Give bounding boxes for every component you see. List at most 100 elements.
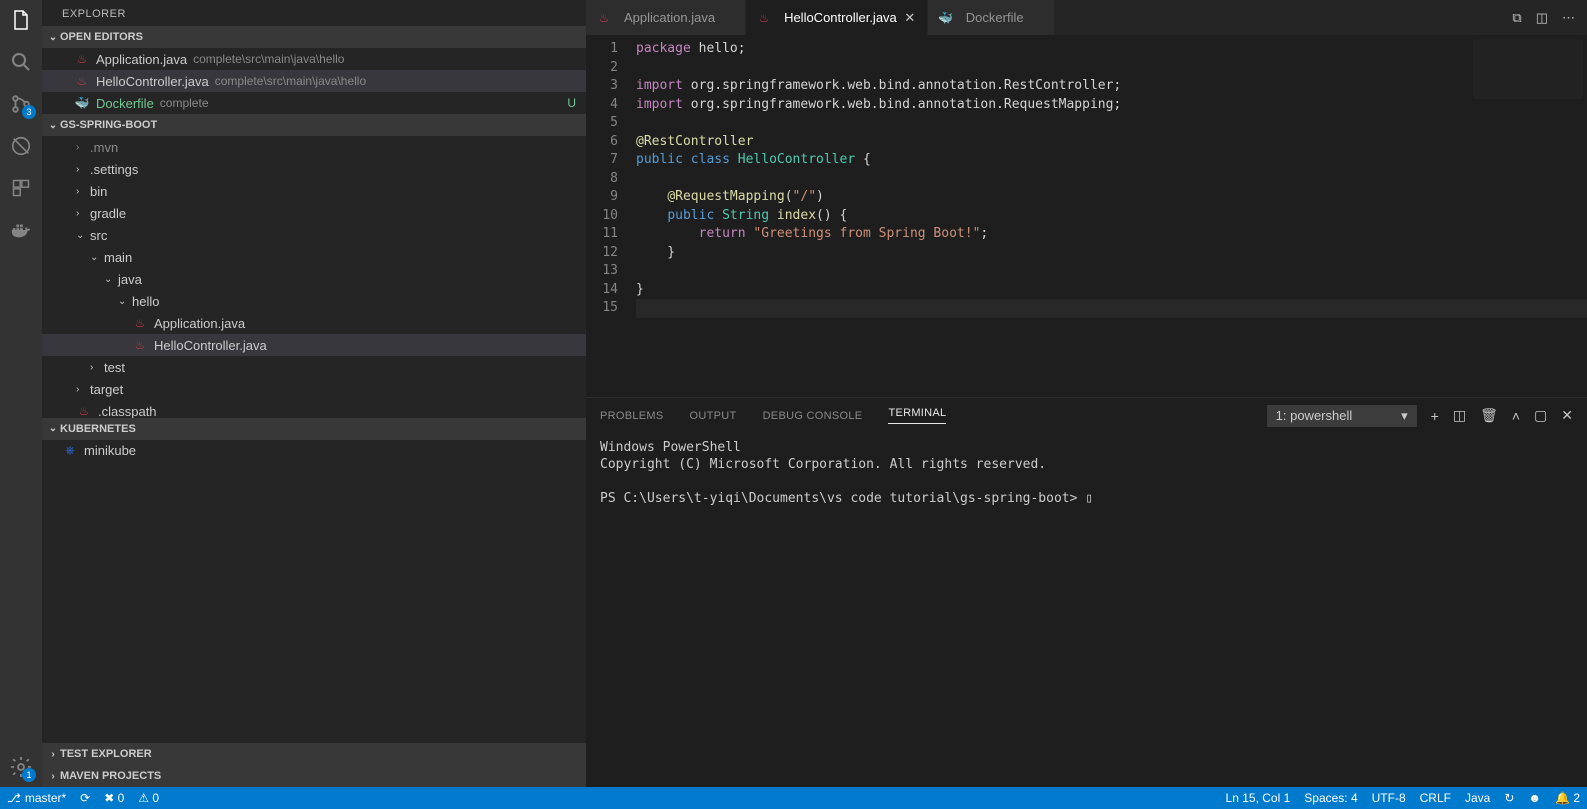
java-icon: ♨ bbox=[756, 10, 772, 26]
status-lncol[interactable]: Ln 15, Col 1 bbox=[1219, 787, 1298, 809]
docker-icon: 🐳 bbox=[938, 10, 954, 26]
maven-projects-header[interactable]: › MAVEN PROJECTS bbox=[42, 765, 586, 787]
compare-icon[interactable]: ⧉ bbox=[1512, 10, 1521, 26]
file-item[interactable]: ♨Application.java bbox=[42, 312, 586, 334]
editor-tab[interactable]: ♨HelloController.java✕ bbox=[746, 0, 928, 35]
extensions-icon[interactable] bbox=[9, 176, 33, 200]
java-icon: ♨ bbox=[132, 315, 148, 331]
status-branch[interactable]: ⎇ master* bbox=[0, 787, 73, 809]
split-editor-icon[interactable]: ◫ bbox=[1536, 10, 1548, 26]
file-item[interactable]: ♨HelloController.java bbox=[42, 334, 586, 356]
status-errors[interactable]: ✖ 0 bbox=[97, 787, 131, 809]
chevron-up-icon[interactable]: ˄ bbox=[1512, 408, 1520, 424]
status-spaces[interactable]: Spaces: 4 bbox=[1297, 787, 1364, 809]
status-smiley-icon[interactable]: ☻ bbox=[1521, 787, 1548, 809]
new-terminal-icon[interactable]: + bbox=[1431, 408, 1439, 424]
terminal-body[interactable]: Windows PowerShell Copyright (C) Microso… bbox=[586, 433, 1587, 787]
folder-item[interactable]: ⌄java bbox=[42, 268, 586, 290]
sidebar-title: EXPLORER bbox=[42, 0, 586, 26]
terminal-select[interactable]: 1: powershell ▾ bbox=[1267, 405, 1417, 427]
panel-tab-output[interactable]: OUTPUT bbox=[690, 410, 737, 422]
file-item[interactable]: ♨.classpath bbox=[42, 400, 586, 418]
status-sync[interactable]: ⟳ bbox=[73, 787, 97, 809]
panel-tab-terminal[interactable]: TERMINAL bbox=[888, 407, 946, 424]
line-gutter: 123456789101112131415 bbox=[586, 35, 636, 397]
editor-tab[interactable]: ♨Application.java bbox=[586, 0, 746, 35]
chevron-icon: ⌄ bbox=[76, 230, 86, 241]
java-icon: ♨ bbox=[76, 403, 92, 418]
java-icon: ♨ bbox=[74, 51, 90, 67]
chevron-icon: ⌄ bbox=[104, 274, 114, 285]
docker-icon: 🐳 bbox=[74, 95, 90, 111]
chevron-icon: ⌄ bbox=[90, 252, 100, 263]
folder-item[interactable]: ⌄hello bbox=[42, 290, 586, 312]
sidebar: EXPLORER ⌄ OPEN EDITORS ♨Application.jav… bbox=[42, 0, 586, 787]
editor-group: ♨Application.java♨HelloController.java✕🐳… bbox=[586, 0, 1587, 787]
scm-icon[interactable]: 3 bbox=[9, 92, 33, 116]
status-eol[interactable]: CRLF bbox=[1413, 787, 1458, 809]
folder-item[interactable]: ›bin bbox=[42, 180, 586, 202]
scm-badge: 3 bbox=[22, 105, 36, 119]
folder-item[interactable]: ›target bbox=[42, 378, 586, 400]
status-warnings[interactable]: ⚠ 0 bbox=[131, 787, 166, 809]
open-editor-item[interactable]: ♨HelloController.javacomplete\src\main\j… bbox=[42, 70, 586, 92]
chevron-down-icon: ⌄ bbox=[46, 120, 60, 131]
folder-item[interactable]: ›.settings bbox=[42, 158, 586, 180]
trash-icon[interactable]: 🗑 bbox=[1480, 407, 1498, 424]
tabs-bar: ♨Application.java♨HelloController.java✕🐳… bbox=[586, 0, 1587, 35]
status-encoding[interactable]: UTF-8 bbox=[1365, 787, 1413, 809]
kubernetes-item[interactable]: ⎈ minikube bbox=[42, 440, 586, 462]
java-icon: ♨ bbox=[74, 73, 90, 89]
code-area[interactable]: package hello; import org.springframewor… bbox=[636, 35, 1587, 397]
java-icon: ♨ bbox=[596, 10, 612, 26]
open-editors-header[interactable]: ⌄ OPEN EDITORS bbox=[42, 26, 586, 48]
docker-activity-icon[interactable] bbox=[9, 218, 33, 242]
panel-tab-problems[interactable]: PROBLEMS bbox=[600, 410, 664, 422]
folder-item[interactable]: ⌄main bbox=[42, 246, 586, 268]
kubernetes-icon: ⎈ bbox=[62, 443, 78, 459]
test-explorer-header[interactable]: › TEST EXPLORER bbox=[42, 743, 586, 765]
folder-item[interactable]: ›.mvn bbox=[42, 136, 586, 158]
status-feedback-icon[interactable]: ↻ bbox=[1497, 787, 1521, 809]
dropdown-icon: ▾ bbox=[1401, 408, 1408, 424]
chevron-right-icon: › bbox=[46, 749, 60, 760]
chevron-icon: › bbox=[76, 142, 86, 153]
chevron-down-icon: ⌄ bbox=[46, 423, 60, 434]
chevron-icon: ⌄ bbox=[118, 296, 128, 307]
branch-icon: ⎇ bbox=[7, 791, 21, 805]
chevron-down-icon: ⌄ bbox=[46, 32, 60, 43]
open-editor-item[interactable]: ♨Application.javacomplete\src\main\java\… bbox=[42, 48, 586, 70]
folder-item[interactable]: ›test bbox=[42, 356, 586, 378]
chevron-right-icon: › bbox=[46, 771, 60, 782]
search-icon[interactable] bbox=[9, 50, 33, 74]
settings-badge: 1 bbox=[22, 768, 36, 782]
editor-body[interactable]: 123456789101112131415 package hello; imp… bbox=[586, 35, 1587, 397]
maximize-panel-icon[interactable]: ▢ bbox=[1534, 407, 1547, 424]
chevron-icon: › bbox=[90, 362, 100, 373]
more-icon[interactable]: ⋯ bbox=[1562, 10, 1575, 26]
chevron-icon: › bbox=[76, 384, 86, 395]
status-bar: ⎇ master* ⟳ ✖ 0 ⚠ 0 Ln 15, Col 1 Spaces:… bbox=[0, 787, 1587, 809]
settings-icon[interactable]: 1 bbox=[9, 755, 33, 779]
chevron-icon: › bbox=[76, 186, 86, 197]
panel-tab-debug[interactable]: DEBUG CONSOLE bbox=[763, 410, 863, 422]
split-terminal-icon[interactable]: ◫ bbox=[1453, 407, 1466, 424]
chevron-icon: › bbox=[76, 164, 86, 175]
editor-tab[interactable]: 🐳Dockerfile bbox=[928, 0, 1055, 35]
chevron-icon: › bbox=[76, 208, 86, 219]
status-lang[interactable]: Java bbox=[1458, 787, 1497, 809]
java-icon: ♨ bbox=[132, 337, 148, 353]
debug-icon[interactable] bbox=[9, 134, 33, 158]
folder-item[interactable]: ⌄src bbox=[42, 224, 586, 246]
status-bell[interactable]: 🔔 2 bbox=[1548, 787, 1587, 809]
activity-bar: 3 1 bbox=[0, 0, 42, 787]
kubernetes-header[interactable]: ⌄ KUBERNETES bbox=[42, 418, 586, 440]
minimap[interactable] bbox=[1473, 39, 1583, 99]
explorer-icon[interactable] bbox=[9, 8, 33, 32]
close-panel-icon[interactable]: ✕ bbox=[1561, 407, 1573, 424]
bottom-panel: PROBLEMS OUTPUT DEBUG CONSOLE TERMINAL 1… bbox=[586, 397, 1587, 787]
project-header[interactable]: ⌄ GS-SPRING-BOOT bbox=[42, 114, 586, 136]
open-editor-item[interactable]: 🐳DockerfilecompleteU bbox=[42, 92, 586, 114]
folder-item[interactable]: ›gradle bbox=[42, 202, 586, 224]
close-tab-icon[interactable]: ✕ bbox=[903, 10, 917, 26]
